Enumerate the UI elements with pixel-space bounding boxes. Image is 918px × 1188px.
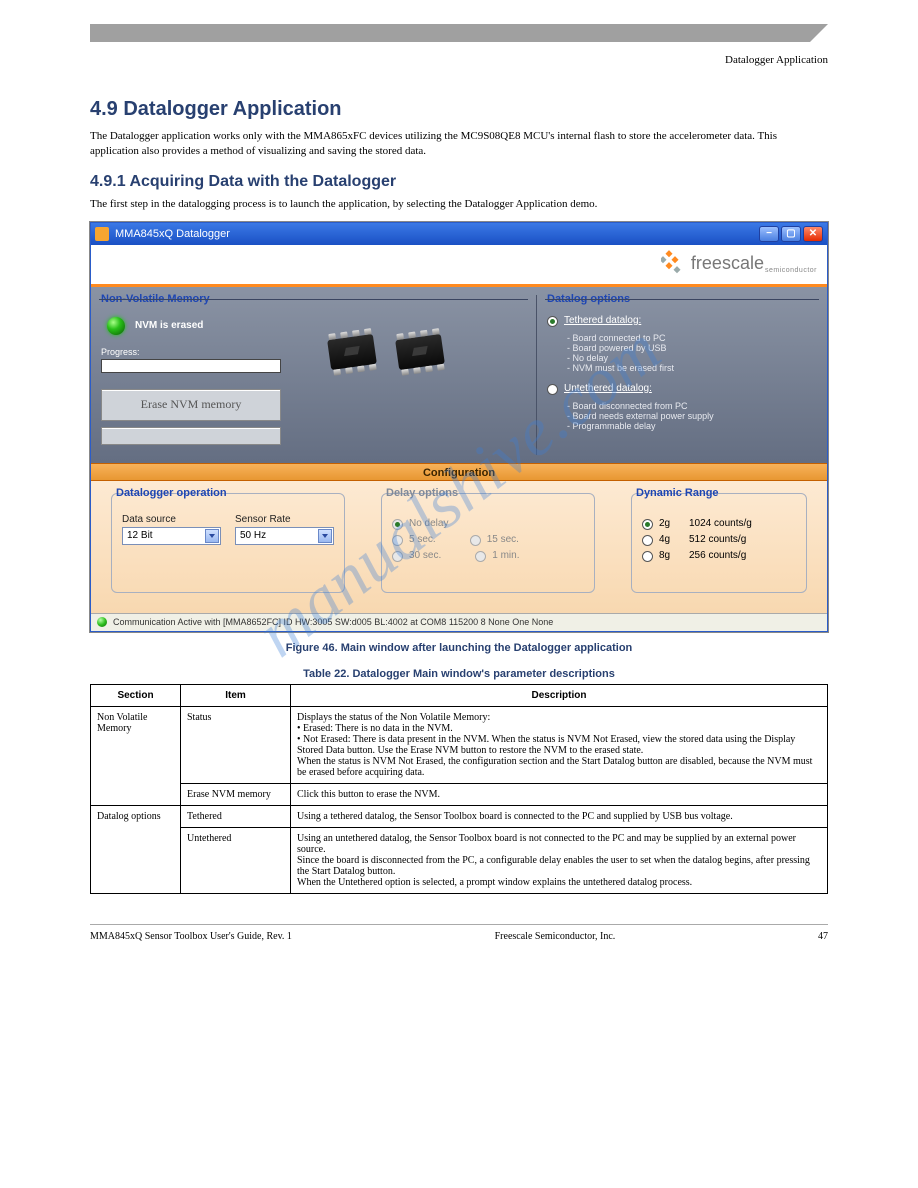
- table-row: Datalog optionsTetheredUsing a tethered …: [91, 805, 828, 827]
- cell-desc: Using an untethered datalog, the Sensor …: [291, 827, 828, 893]
- app-icon: [95, 227, 109, 241]
- cell-item: Untethered: [181, 827, 291, 893]
- chip-graphic: [321, 327, 457, 377]
- cell-desc: Click this button to erase the NVM.: [291, 783, 828, 805]
- tethered-option[interactable]: Tethered datalog:: [547, 315, 817, 327]
- sensor-rate-select[interactable]: 50 Hz: [235, 527, 334, 545]
- cell-section: Non Volatile Memory: [91, 706, 181, 805]
- radio-icon: [475, 551, 486, 562]
- bottom-row: Data source 12 Bit Sensor Rate 50 Hz: [91, 481, 827, 613]
- tethered-sub-3: - NVM must be erased first: [567, 363, 817, 373]
- untethered-sub-2: - Programmable delay: [567, 421, 817, 431]
- sensor-rate-label: Sensor Rate: [235, 514, 334, 525]
- status-bar: Communication Active with [MMA8652FC] ID…: [91, 613, 827, 631]
- header-bar: [90, 24, 828, 42]
- table-row: Non Volatile MemoryStatusDisplays the st…: [91, 706, 828, 783]
- minimize-button[interactable]: −: [759, 226, 779, 242]
- status-led-icon: [107, 317, 125, 335]
- radio-icon: [392, 535, 403, 546]
- range-2g[interactable]: 2g1024 counts/g: [642, 518, 796, 530]
- erase-nvm-button[interactable]: Erase NVM memory: [101, 389, 281, 421]
- datalog-options-panel: Datalog options Tethered datalog: - Boar…: [537, 287, 827, 463]
- th-section: Section: [91, 684, 181, 706]
- th-desc: Description: [291, 684, 828, 706]
- untethered-sub-0: - Board disconnected from PC: [567, 401, 817, 411]
- untethered-option[interactable]: Untethered datalog:: [547, 383, 817, 395]
- radio-icon[interactable]: [642, 551, 653, 562]
- window-titlebar[interactable]: MMA845xQ Datalogger − ▢ ✕: [91, 223, 827, 245]
- footer-left: MMA845xQ Sensor Toolbox User's Guide, Re…: [90, 931, 292, 942]
- nvm-status: NVM is erased: [135, 320, 203, 331]
- nvm-panel: Non-Volatile Memory NVM is erased Progre…: [91, 287, 536, 463]
- page-header: Datalogger Application: [90, 50, 828, 68]
- logo-icon: [661, 249, 687, 279]
- figure-caption: Figure 46. Main window after launching t…: [90, 642, 828, 654]
- p2: The first step in the datalogging proces…: [90, 197, 828, 212]
- dynamic-range-group: 2g1024 counts/g 4g512 counts/g 8g256 cou…: [623, 489, 815, 601]
- cell-item: Status: [181, 706, 291, 783]
- footer-right: 47: [818, 931, 828, 942]
- section-heading-2: 4.9.1 Acquiring Data with the Datalogger: [90, 173, 828, 191]
- cell-desc: Using a tethered datalog, the Sensor Too…: [291, 805, 828, 827]
- delay-options-group: No delay 5 sec.15 sec. 30 sec.1 min. Del…: [373, 489, 603, 601]
- header-right: Datalogger Application: [725, 54, 828, 66]
- radio-icon[interactable]: [547, 384, 558, 395]
- close-button[interactable]: ✕: [803, 226, 823, 242]
- cell-item: Tethered: [181, 805, 291, 827]
- tethered-sub-2: - No delay: [567, 353, 817, 363]
- radio-icon: [470, 535, 481, 546]
- maximize-button[interactable]: ▢: [781, 226, 801, 242]
- range-4g[interactable]: 4g512 counts/g: [642, 534, 796, 546]
- radio-icon: [392, 551, 403, 562]
- radio-icon[interactable]: [642, 519, 653, 530]
- table-row: Erase NVM memoryClick this button to era…: [91, 783, 828, 805]
- parameters-table: Section Item Description Non Volatile Me…: [90, 684, 828, 894]
- untethered-sub-1: - Board needs external power supply: [567, 411, 817, 421]
- data-source-select[interactable]: 12 Bit: [122, 527, 221, 545]
- section-heading-1: 4.9 Datalogger Application: [90, 98, 828, 121]
- status-text: Communication Active with [MMA8652FC] ID…: [113, 617, 553, 627]
- freescale-logo: freescale semiconductor: [661, 249, 817, 279]
- progress-bar: [101, 359, 281, 373]
- intro-paragraph: The Datalogger application works only wi…: [90, 129, 828, 159]
- tethered-sub-1: - Board powered by USB: [567, 343, 817, 353]
- status-led-icon: [97, 617, 107, 627]
- radio-icon[interactable]: [642, 535, 653, 546]
- window-title: MMA845xQ Datalogger: [115, 228, 230, 240]
- secondary-button[interactable]: [101, 427, 281, 445]
- brand-row: freescale semiconductor: [91, 245, 827, 287]
- chevron-down-icon[interactable]: [318, 529, 332, 543]
- th-item: Item: [181, 684, 291, 706]
- app-window: MMA845xQ Datalogger − ▢ ✕ freescale semi…: [90, 222, 828, 632]
- table-caption: Table 22. Datalogger Main window's param…: [90, 668, 828, 680]
- range-8g[interactable]: 8g256 counts/g: [642, 550, 796, 562]
- top-row: Non-Volatile Memory NVM is erased Progre…: [91, 287, 827, 463]
- cell-desc: Displays the status of the Non Volatile …: [291, 706, 828, 783]
- progress-label: Progress:: [101, 347, 526, 357]
- radio-icon: [392, 519, 403, 530]
- cell-item: Erase NVM memory: [181, 783, 291, 805]
- data-source-label: Data source: [122, 514, 221, 525]
- footer-mid: Freescale Semiconductor, Inc.: [292, 931, 818, 942]
- cell-section: Datalog options: [91, 805, 181, 893]
- configuration-bar: Configuration: [91, 463, 827, 481]
- radio-icon[interactable]: [547, 316, 558, 327]
- table-row: UntetheredUsing an untethered datalog, t…: [91, 827, 828, 893]
- chevron-down-icon[interactable]: [205, 529, 219, 543]
- datalogger-operation-group: Data source 12 Bit Sensor Rate 50 Hz: [103, 489, 353, 601]
- page-footer: MMA845xQ Sensor Toolbox User's Guide, Re…: [90, 924, 828, 942]
- tethered-sub-0: - Board connected to PC: [567, 333, 817, 343]
